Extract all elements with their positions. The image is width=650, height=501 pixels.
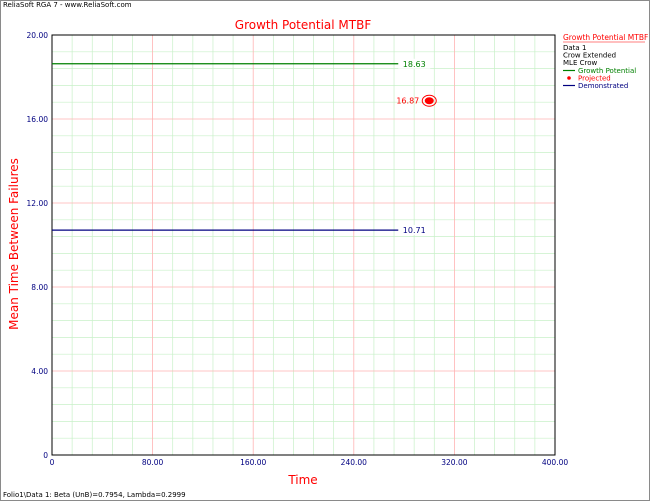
y-tick-label: 16.00 xyxy=(27,115,49,124)
data-label: 16.87 xyxy=(396,97,419,106)
x-tick-label: 240.00 xyxy=(341,458,367,467)
y-tick-label: 8.00 xyxy=(31,283,48,292)
x-tick-label: 320.00 xyxy=(441,458,467,467)
chart-title: Growth Potential MTBF xyxy=(235,18,372,32)
data-label: 10.71 xyxy=(403,226,426,235)
legend-label: Demonstrated xyxy=(578,82,628,90)
legend-title: Growth Potential MTBF xyxy=(563,33,648,42)
y-axis-label: Mean Time Between Failures xyxy=(7,158,21,330)
legend: Growth Potential MTBFData 1Crow Extended… xyxy=(563,33,648,90)
y-tick-label: 12.00 xyxy=(27,199,49,208)
legend-info: MLE Crow xyxy=(563,59,597,67)
axes: 0 80.00 160.00 240.00 320.00 400.00 0 4.00 8.00 1… xyxy=(27,31,569,467)
data-point xyxy=(424,97,434,105)
grid xyxy=(51,34,556,456)
y-tick-label: 20.00 xyxy=(27,31,49,40)
y-tick-label: 4.00 xyxy=(31,367,48,376)
x-axis-label: Time xyxy=(287,473,317,487)
data-label: 18.63 xyxy=(403,60,426,69)
x-tick-label: 0 xyxy=(50,458,55,467)
legend-swatch xyxy=(567,76,571,80)
x-tick-label: 400.00 xyxy=(542,458,568,467)
plot-area-border xyxy=(51,34,556,456)
x-tick-label: 80.00 xyxy=(142,458,164,467)
x-tick-label: 160.00 xyxy=(240,458,266,467)
chart: 0 80.00 160.00 240.00 320.00 400.00 0 4.00 8.00 1… xyxy=(7,18,648,487)
y-tick-label: 0 xyxy=(43,451,48,460)
